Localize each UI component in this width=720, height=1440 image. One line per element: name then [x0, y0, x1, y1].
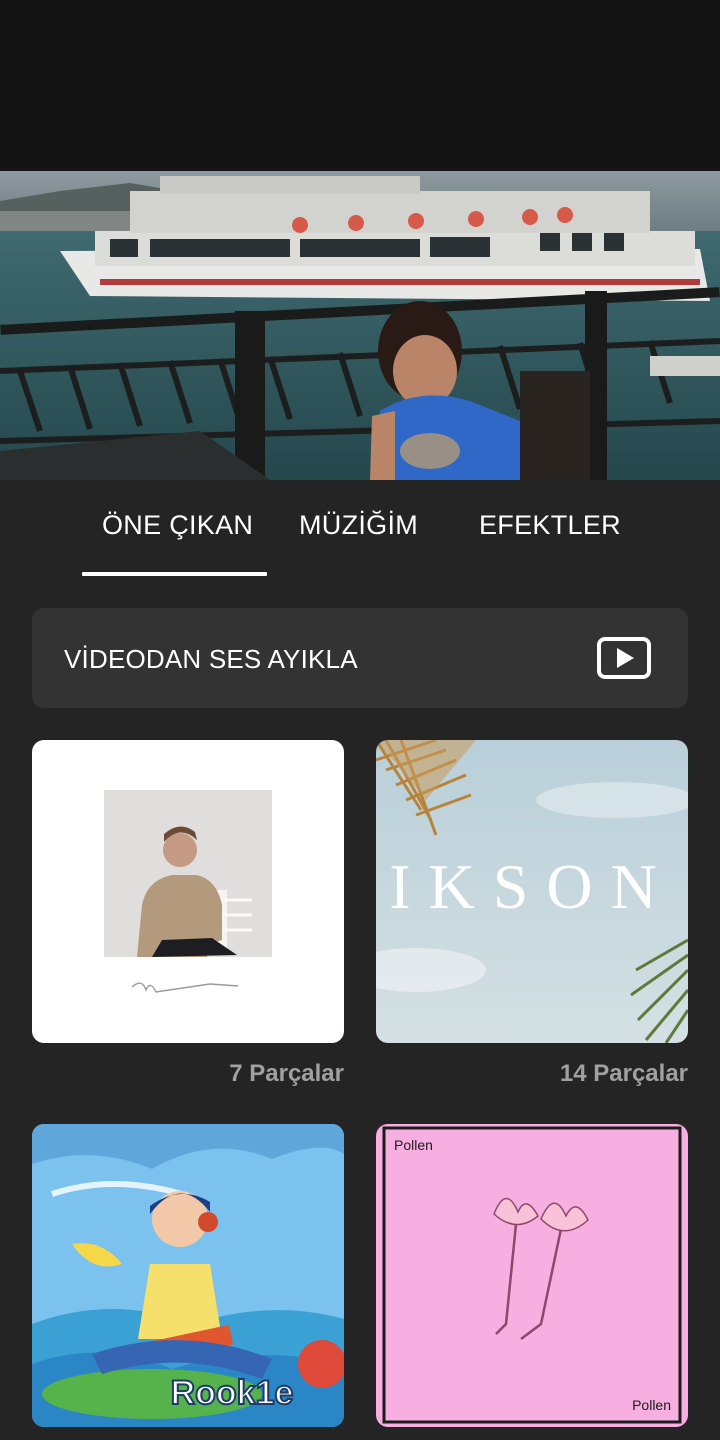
- album-card[interactable]: 7 Parçalar: [32, 740, 344, 1087]
- video-play-icon: [597, 637, 651, 679]
- album-card[interactable]: Pollen Pollen: [376, 1124, 688, 1427]
- album-cover: [32, 740, 344, 1043]
- extract-audio-label: VİDEODAN SES AYIKLA: [64, 644, 358, 674]
- music-picker-screen: ÖNE ÇIKAN MÜZİĞİM EFEKTLER VİDEODAN SES …: [0, 0, 720, 1440]
- tab-featured[interactable]: ÖNE ÇIKAN: [102, 510, 253, 541]
- tab-bar: ÖNE ÇIKAN MÜZİĞİM EFEKTLER: [0, 480, 720, 576]
- active-tab-indicator: [82, 572, 267, 576]
- cover-label-bottom: Pollen: [632, 1397, 671, 1413]
- track-count: 7 Parçalar: [229, 1060, 344, 1087]
- cover-title: Rook1e: [171, 1374, 294, 1412]
- music-panel: ÖNE ÇIKAN MÜZİĞİM EFEKTLER VİDEODAN SES …: [0, 480, 720, 1440]
- cover-label-top: Pollen: [394, 1137, 433, 1153]
- album-card[interactable]: IKSON 14 Parçalar: [376, 740, 688, 1087]
- tab-my-music[interactable]: MÜZİĞİM: [299, 510, 418, 541]
- video-preview: [0, 171, 720, 480]
- track-count: 14 Parçalar: [559, 1060, 688, 1087]
- album-cover: IKSON: [376, 740, 688, 1043]
- extract-audio-from-video-button[interactable]: VİDEODAN SES AYIKLA: [32, 608, 688, 708]
- album-cover: Rook1e: [32, 1124, 344, 1427]
- tab-effects[interactable]: EFEKTLER: [479, 510, 621, 541]
- album-cover: Pollen Pollen: [376, 1124, 688, 1427]
- top-area: [0, 0, 720, 171]
- cover-title: IKSON: [389, 851, 675, 922]
- album-card[interactable]: Rook1e: [32, 1124, 344, 1427]
